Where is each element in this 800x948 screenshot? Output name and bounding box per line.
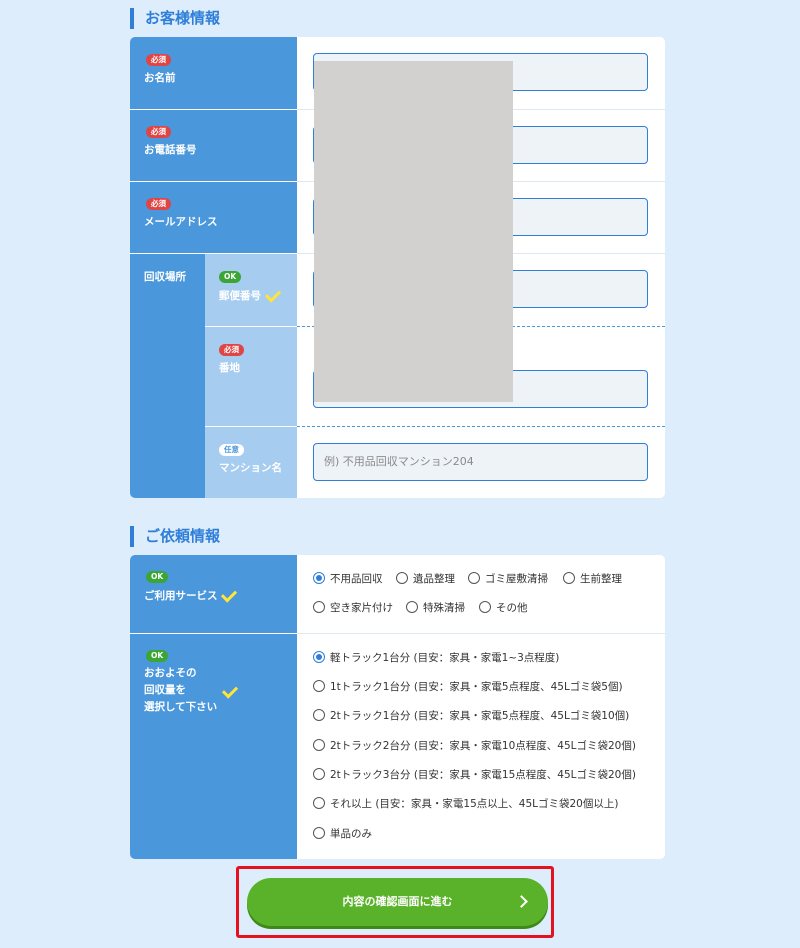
required-badge: 必須 bbox=[146, 198, 171, 210]
volume-option[interactable]: 2tトラック3台分 (目安：家具・家電15点程度、45Lゴミ袋20個) bbox=[313, 768, 636, 782]
volume-option[interactable]: 軽トラック1台分 (目安：家具・家電1~3点程度) bbox=[313, 651, 559, 665]
ok-badge: OK bbox=[146, 571, 169, 583]
row-divider bbox=[297, 633, 665, 634]
radio-icon[interactable] bbox=[396, 572, 408, 584]
service-option[interactable]: 不用品回収 bbox=[313, 572, 383, 586]
volume-option-label: 2tトラック3台分 (目安：家具・家電15点程度、45Lゴミ袋20個) bbox=[330, 769, 636, 781]
radio-icon[interactable] bbox=[313, 768, 325, 780]
check-icon bbox=[220, 586, 238, 603]
service-option[interactable]: 空き家片付け bbox=[313, 601, 393, 615]
service-option[interactable]: 特殊清掃 bbox=[406, 601, 465, 615]
phone-label-cell: 必須 お電話番号 bbox=[130, 110, 297, 181]
ok-badge: OK bbox=[219, 271, 242, 283]
required-badge: 必須 bbox=[219, 344, 244, 356]
email-label-cell: 必須 メールアドレス bbox=[130, 182, 297, 253]
request-info-card: OK ご利用サービス OK おおよその 回収量を 選択して下さい 不用品回収 遺… bbox=[130, 555, 665, 859]
volume-label-cell: OK おおよその 回収量を 選択して下さい bbox=[130, 634, 297, 859]
customer-section-title: お客様情報 bbox=[130, 8, 220, 29]
service-option[interactable]: ゴミ屋敷清掃 bbox=[468, 572, 548, 586]
volume-option-label: 単品のみ bbox=[330, 828, 372, 840]
email-label: メールアドレス bbox=[144, 216, 218, 228]
volume-label-line-3: 選択して下さい bbox=[144, 701, 218, 713]
row-divider-dashed bbox=[297, 426, 665, 427]
postal-label-cell: OK 郵便番号 bbox=[205, 254, 297, 326]
phone-label: お電話番号 bbox=[144, 144, 197, 156]
optional-badge: 任意 bbox=[219, 444, 244, 456]
service-option-label: 不用品回収 bbox=[330, 573, 383, 585]
request-section-title: ご依頼情報 bbox=[130, 526, 220, 547]
check-icon bbox=[221, 682, 239, 699]
volume-option[interactable]: 単品のみ bbox=[313, 827, 372, 841]
address-label-cell: 必須 番地 bbox=[205, 327, 297, 426]
radio-icon[interactable] bbox=[313, 797, 325, 809]
radio-icon[interactable] bbox=[313, 601, 325, 613]
radio-selected-icon[interactable] bbox=[313, 572, 325, 584]
name-label: お名前 bbox=[144, 72, 176, 84]
service-option-label: 特殊清掃 bbox=[423, 602, 465, 614]
building-label-cell: 任意 マンション名 bbox=[205, 427, 297, 498]
volume-option-label: 1tトラック1台分 (目安：家具・家電5点程度、45Lゴミ袋5個) bbox=[330, 681, 623, 693]
location-label-cell: 回収場所 bbox=[130, 254, 205, 498]
radio-icon[interactable] bbox=[313, 680, 325, 692]
redacted-area bbox=[314, 61, 513, 402]
volume-label-line-2: 回収量を bbox=[144, 684, 186, 696]
location-label: 回収場所 bbox=[144, 271, 186, 283]
building-input[interactable]: 例) 不用品回収マンション204 bbox=[313, 443, 648, 481]
radio-icon[interactable] bbox=[468, 572, 480, 584]
volume-option[interactable]: 2tトラック1台分 (目安：家具・家電5点程度、45Lゴミ袋10個) bbox=[313, 709, 629, 723]
chevron-right-icon bbox=[515, 895, 528, 908]
service-option-label: ゴミ屋敷清掃 bbox=[485, 573, 548, 585]
radio-icon[interactable] bbox=[479, 601, 491, 613]
radio-icon[interactable] bbox=[406, 601, 418, 613]
postal-label: 郵便番号 bbox=[219, 290, 261, 302]
building-label: マンション名 bbox=[219, 462, 282, 474]
service-option[interactable]: その他 bbox=[479, 601, 528, 615]
radio-icon[interactable] bbox=[313, 739, 325, 751]
radio-icon[interactable] bbox=[563, 572, 575, 584]
volume-label-line-1: おおよその bbox=[144, 667, 197, 679]
service-option-label: 生前整理 bbox=[580, 573, 622, 585]
service-option-label: 空き家片付け bbox=[330, 602, 393, 614]
radio-selected-icon[interactable] bbox=[313, 651, 325, 663]
address-label: 番地 bbox=[219, 362, 240, 374]
service-option[interactable]: 生前整理 bbox=[563, 572, 622, 586]
volume-option[interactable]: それ以上 (目安：家具・家電15点以上、45Lゴミ袋20個以上) bbox=[313, 797, 618, 811]
volume-option-label: 2tトラック2台分 (目安：家具・家電10点程度、45Lゴミ袋20個) bbox=[330, 740, 636, 752]
volume-option[interactable]: 2tトラック2台分 (目安：家具・家電10点程度、45Lゴミ袋20個) bbox=[313, 739, 636, 753]
required-badge: 必須 bbox=[146, 126, 171, 138]
volume-option-label: 2tトラック1台分 (目安：家具・家電5点程度、45Lゴミ袋10個) bbox=[330, 710, 630, 722]
confirm-button[interactable]: 内容の確認画面に進む bbox=[247, 878, 548, 926]
required-badge: 必須 bbox=[146, 54, 171, 66]
volume-option-label: 軽トラック1台分 (目安：家具・家電1~3点程度) bbox=[330, 652, 560, 664]
service-option-label: その他 bbox=[496, 602, 528, 614]
service-option-label: 遺品整理 bbox=[413, 573, 455, 585]
name-label-cell: 必須 お名前 bbox=[130, 37, 297, 109]
customer-info-card: 必須 お名前 必須 お電話番号 必須 メールアドレス 回収場所 OK 郵便番号 … bbox=[130, 37, 665, 498]
ok-badge: OK bbox=[146, 650, 169, 662]
service-option[interactable]: 遺品整理 bbox=[396, 572, 455, 586]
radio-icon[interactable] bbox=[313, 709, 325, 721]
confirm-button-label: 内容の確認画面に進む bbox=[342, 895, 453, 908]
volume-option[interactable]: 1tトラック1台分 (目安：家具・家電5点程度、45Lゴミ袋5個) bbox=[313, 680, 623, 694]
service-label-cell: OK ご利用サービス bbox=[130, 555, 297, 633]
volume-option-label: それ以上 (目安：家具・家電15点以上、45Lゴミ袋20個以上) bbox=[330, 798, 619, 810]
radio-icon[interactable] bbox=[313, 827, 325, 839]
check-icon bbox=[264, 286, 282, 303]
service-label: ご利用サービス bbox=[144, 590, 218, 602]
